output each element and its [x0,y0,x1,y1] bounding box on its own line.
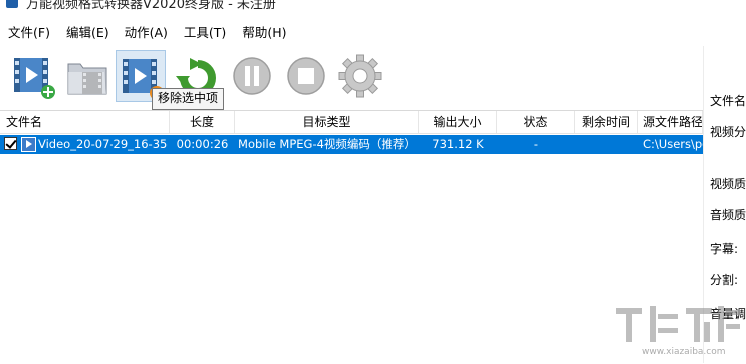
menu-tools[interactable]: 工具(T) [176,22,234,44]
menu-edit[interactable]: 编辑(E) [58,22,117,44]
watermark-logo: www.xiazaiba.com [608,300,746,363]
window-title: 万能视频格式转换器V2020终身版 - 未注册 [26,0,276,12]
add-video-icon [14,58,55,99]
info-label-split: 分割: [710,273,739,287]
info-label-subtitle: 字幕: [710,242,739,256]
pause-icon [233,57,271,95]
add-video-button[interactable] [8,50,58,102]
menu-bar: 文件(F) 编辑(E) 动作(A) 工具(T) 帮助(H) [0,22,294,44]
menu-file[interactable]: 文件(F) [0,22,58,44]
column-header-output-size[interactable]: 输出大小 [419,111,497,133]
info-label-video-quality: 视频质 [710,177,746,191]
watermark-logo-icon [616,306,740,342]
row-checkbox[interactable] [4,137,17,150]
info-label-filename: 文件名 [710,94,746,108]
stop-button[interactable] [280,50,330,102]
cell-status: - [533,137,539,151]
menu-help[interactable]: 帮助(H) [234,22,294,44]
cell-filename: Video_20-07-29_16-35-... [38,137,168,151]
video-file-icon [21,137,36,152]
column-header-length[interactable]: 长度 [170,111,235,133]
open-folder-icon [67,63,107,95]
cell-length: 00:00:26 [176,137,229,151]
title-bar: 万能视频格式转换器V2020终身版 - 未注册 [0,0,746,16]
open-folder-button[interactable] [62,50,112,102]
cell-target-type: Mobile MPEG-4视频编码（推荐） [238,137,416,151]
toolbar [0,46,703,108]
file-table: 文件名 长度 目标类型 输出大小 状态 剩余时间 源文件路径 Video_20-… [0,110,703,364]
info-label-audio-quality: 音频质 [710,208,746,222]
cell-remaining-time [575,135,638,154]
column-header-source-path[interactable]: 源文件路径 [638,111,703,133]
table-row[interactable]: Video_20-07-29_16-35-... 00:00:26 Mobile… [0,135,703,154]
app-icon [6,0,18,8]
table-header: 文件名 长度 目标类型 输出大小 状态 剩余时间 源文件路径 [0,111,703,134]
settings-button[interactable] [334,50,384,102]
column-header-status[interactable]: 状态 [497,111,575,133]
watermark-text: www.xiazaiba.com [642,347,726,357]
column-header-filename[interactable]: 文件名 [0,111,170,133]
tooltip: 移除选中项 [152,88,225,110]
menu-action[interactable]: 动作(A) [117,22,176,44]
info-label-video-resolution: 视频分 [710,125,746,139]
settings-gear-icon [338,54,382,98]
pause-button[interactable] [226,50,276,102]
stop-icon [287,57,325,95]
cell-output-size: 731.12 K [432,137,484,151]
column-header-target-type[interactable]: 目标类型 [235,111,419,133]
cell-source-path: C:\Users\pc [643,137,703,151]
column-header-remaining-time[interactable]: 剩余时间 [575,111,638,133]
